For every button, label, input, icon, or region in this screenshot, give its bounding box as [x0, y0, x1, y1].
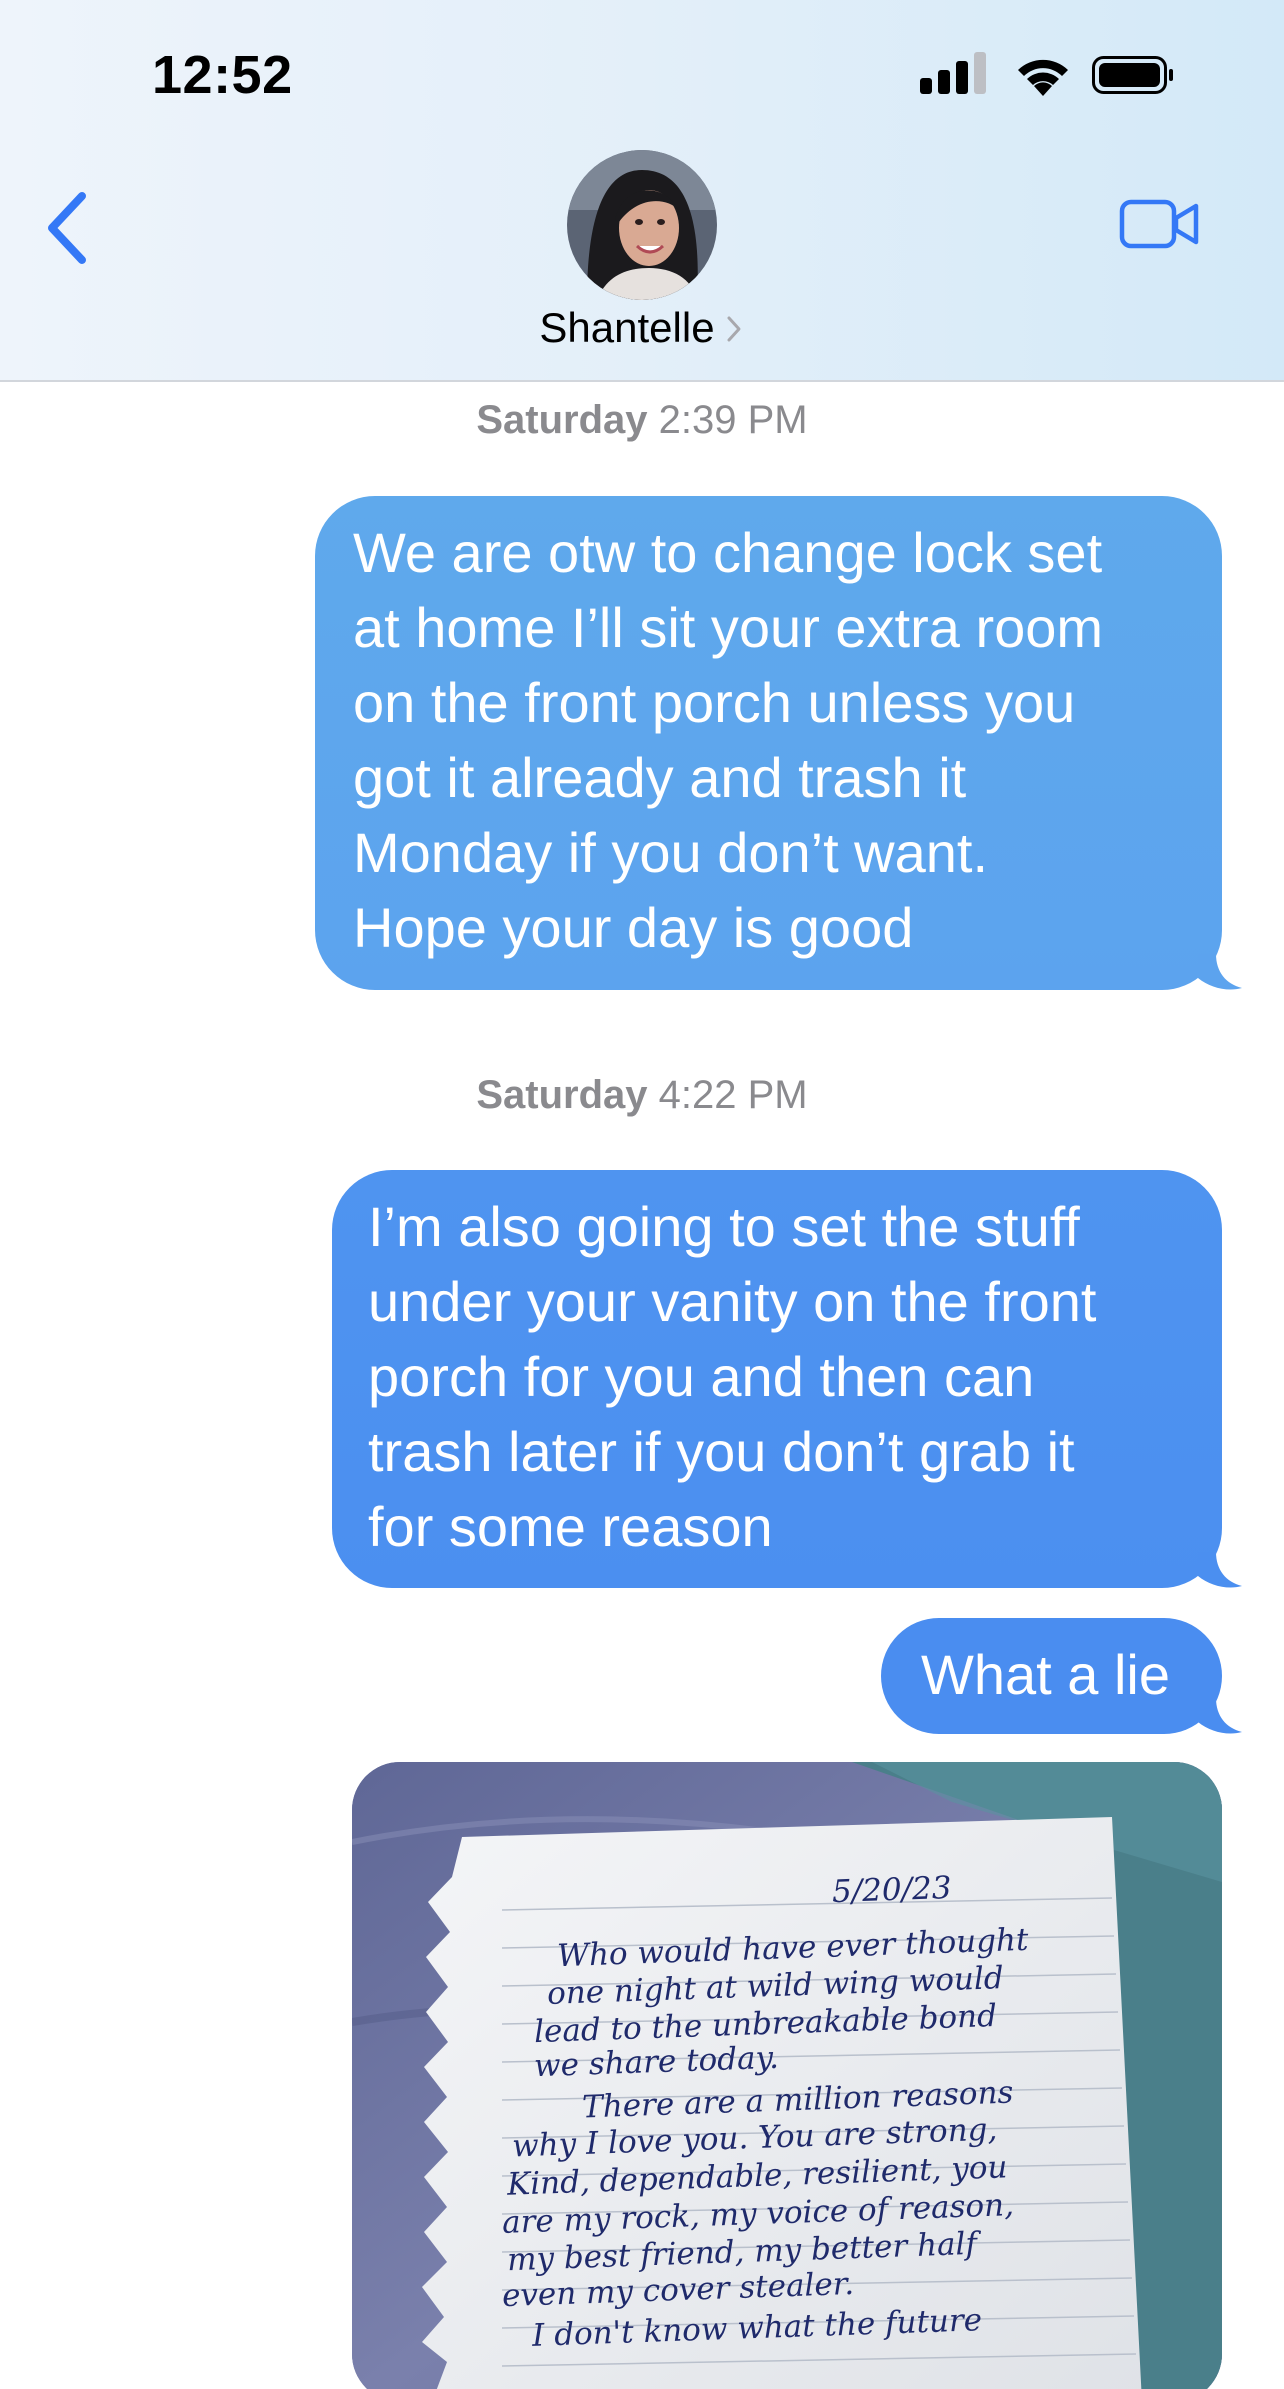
bubble-tail [1198, 954, 1242, 990]
status-time: 12:52 [152, 45, 293, 105]
sent-message-bubble[interactable]: What a lie [881, 1618, 1242, 1734]
bubble-tail [1198, 1552, 1242, 1588]
battery-icon [1092, 56, 1173, 94]
message-timestamp: Saturday 4:22 PM [0, 1073, 1284, 1118]
timestamp-day: Saturday [476, 398, 648, 442]
back-chevron-icon[interactable] [40, 188, 100, 268]
photo-message[interactable]: 5/20/23 Who would have ever thought one … [352, 1762, 1222, 2389]
timestamp-time: 2:39 PM [658, 398, 808, 442]
message-text: We are otw to change lock set at home I’… [353, 521, 1104, 959]
sent-message-bubble[interactable]: We are otw to change lock set at home I’… [315, 496, 1242, 990]
note-date: 5/20/23 [831, 1869, 953, 1911]
message-text: What a lie [921, 1643, 1170, 1706]
messages-screen: 12:52 Shantelle Saturday 2:39 PM We are … [0, 0, 1284, 2389]
message-text: I’m also going to set the stuff under yo… [368, 1195, 1097, 1558]
contact-name: Shantelle [539, 304, 715, 351]
video-camera-icon[interactable] [1118, 196, 1202, 252]
sent-message-bubble[interactable]: I’m also going to set the stuff under yo… [332, 1170, 1242, 1588]
wifi-icon [1018, 59, 1068, 96]
contact-avatar[interactable] [567, 150, 717, 300]
timestamp-time: 4:22 PM [658, 1073, 808, 1117]
bubble-tail [1198, 1698, 1242, 1734]
timestamp-day: Saturday [476, 1073, 648, 1117]
chevron-right-icon [727, 316, 741, 342]
cellular-signal-icon [920, 50, 990, 98]
conversation-header: 12:52 Shantelle [0, 0, 1284, 382]
message-timestamp: Saturday 2:39 PM [0, 398, 1284, 443]
contact-name-button[interactable]: Shantelle [0, 304, 1284, 352]
